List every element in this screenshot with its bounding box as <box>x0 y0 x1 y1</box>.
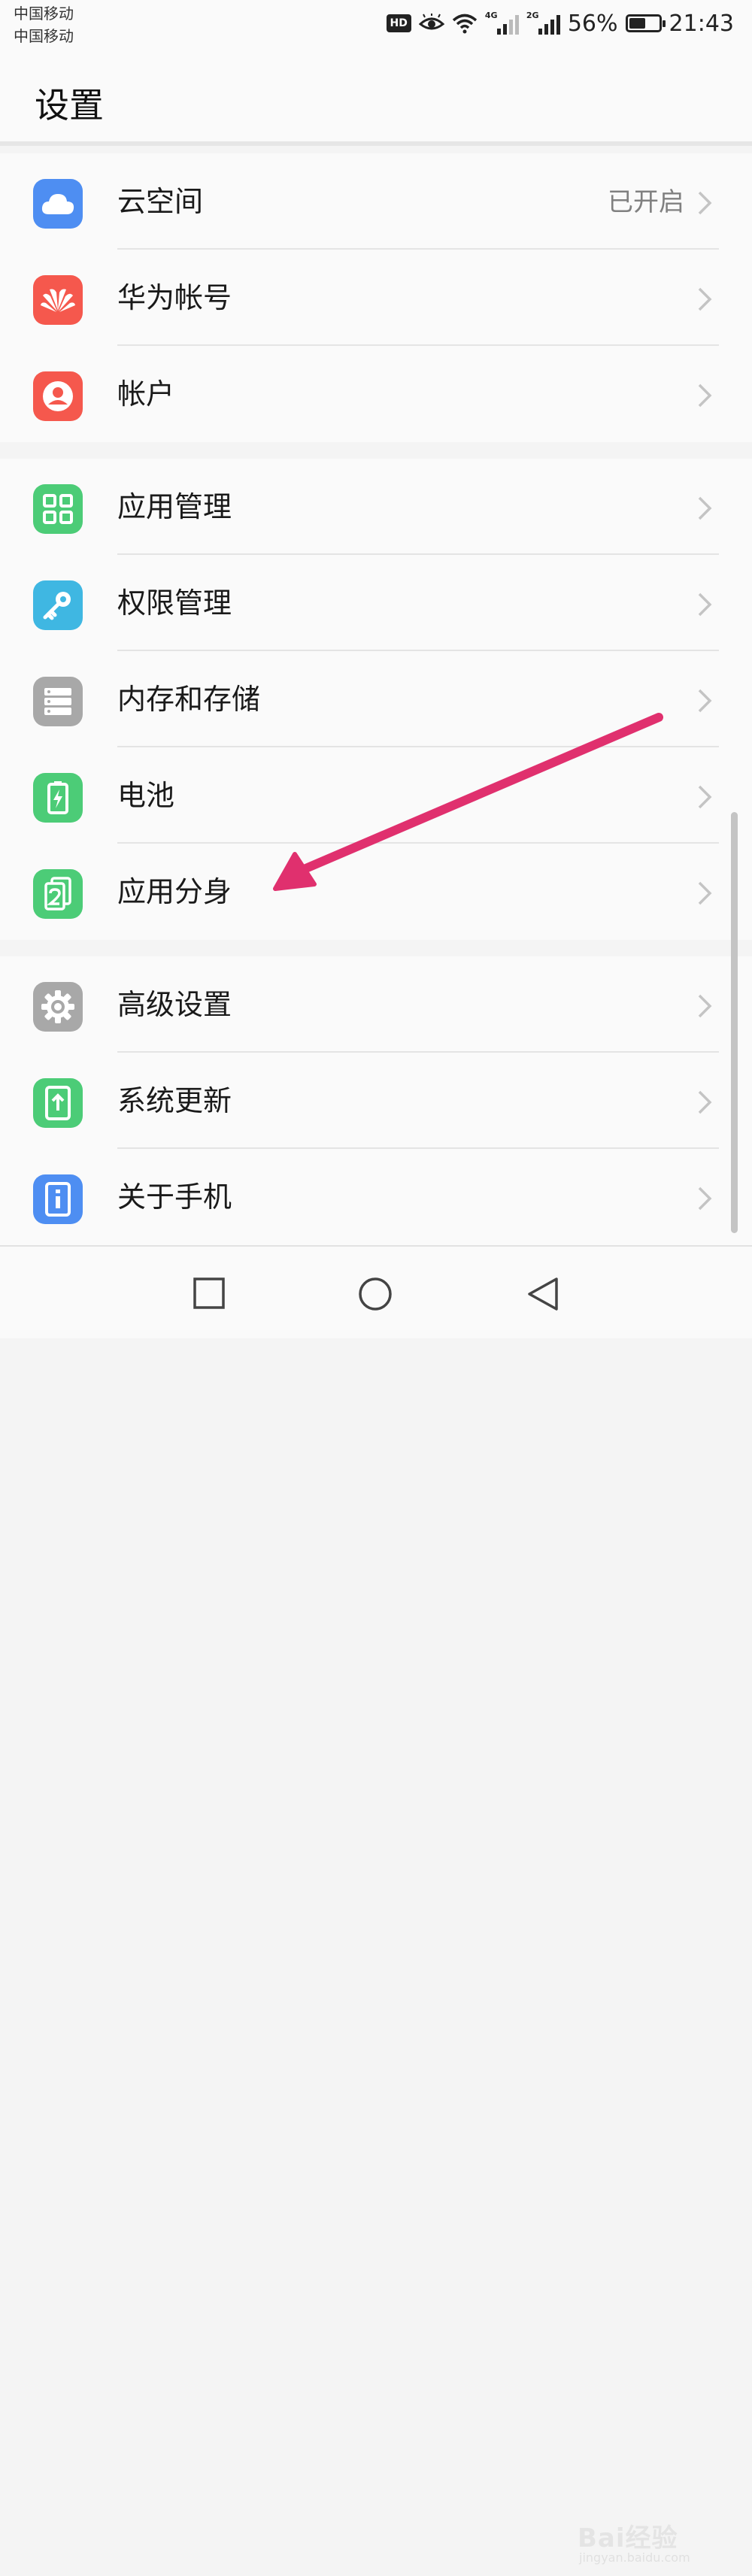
settings-item-label: 电池 <box>117 779 175 812</box>
baidu-watermark: Bai经验 jingyan.baidu.com <box>572 2516 729 2576</box>
carrier-label-2: 中国移动 <box>14 27 74 45</box>
settings-item-label: 系统更新 <box>117 1084 232 1117</box>
chevron-right-icon <box>698 881 712 905</box>
network-type-2g: 2G <box>526 11 539 20</box>
chevron-right-icon <box>698 383 712 408</box>
status-bar: 中国移动 中国移动 HD 4G 2G 56% 21:43 <box>0 0 752 45</box>
scrollbar[interactable] <box>731 812 738 1233</box>
chevron-right-icon <box>698 287 712 311</box>
battery-percent: 56% <box>567 10 618 37</box>
phone-info-icon <box>33 1174 83 1224</box>
hd-badge: HD <box>386 14 411 32</box>
key-icon <box>33 580 83 630</box>
battery-icon <box>625 14 666 32</box>
chevron-right-icon <box>698 785 712 809</box>
recent-apps-button[interactable] <box>193 1277 226 1310</box>
settings-item-accounts[interactable]: 帐户 <box>0 346 752 442</box>
network-type-4g: 4G <box>484 11 498 20</box>
settings-item-label: 华为帐号 <box>117 281 232 314</box>
status-icons: HD 4G 2G 56% 21:43 <box>386 8 734 39</box>
settings-item-label: 关于手机 <box>117 1180 232 1214</box>
settings-item-battery[interactable]: 电池 <box>0 747 752 844</box>
user-icon <box>33 371 83 421</box>
watermark-url: jingyan.baidu.com <box>579 2550 690 2565</box>
settings-item-label: 权限管理 <box>117 586 232 620</box>
apps-grid-icon <box>33 484 83 534</box>
settings-item-app-management[interactable]: 应用管理 <box>0 459 752 555</box>
settings-item-about-phone[interactable]: 关于手机 <box>0 1149 752 1245</box>
settings-group-apps: 应用管理 权限管理 内存和存储 电池 应用分身 <box>0 459 752 940</box>
chevron-right-icon <box>698 1090 712 1114</box>
gear-icon <box>33 982 83 1032</box>
settings-item-advanced[interactable]: 高级设置 <box>0 956 752 1053</box>
system-update-icon <box>33 1078 83 1128</box>
chevron-right-icon <box>698 1186 712 1211</box>
carrier-label-1: 中国移动 <box>14 5 74 23</box>
battery-icon <box>33 773 83 823</box>
settings-item-label: 内存和存储 <box>117 683 261 716</box>
page-title: 设置 <box>35 85 104 126</box>
chevron-right-icon <box>698 592 712 617</box>
settings-item-label: 应用分身 <box>117 875 232 908</box>
settings-item-permissions[interactable]: 权限管理 <box>0 555 752 651</box>
settings-item-label: 高级设置 <box>117 988 232 1021</box>
settings-item-app-twin[interactable]: 应用分身 <box>0 844 752 940</box>
eye-comfort-icon <box>418 14 444 30</box>
page-header: 设置 <box>0 45 752 146</box>
watermark-text: Bai经验 <box>578 2523 678 2553</box>
huawei-logo-icon <box>33 275 83 325</box>
home-button[interactable] <box>358 1277 393 1311</box>
settings-item-huawei-id[interactable]: 华为帐号 <box>0 250 752 346</box>
settings-item-label: 应用管理 <box>117 490 232 523</box>
chevron-right-icon <box>698 689 712 713</box>
chevron-right-icon <box>698 191 712 215</box>
settings-group-system: 高级设置 系统更新 关于手机 <box>0 956 752 1245</box>
settings-item-cloud[interactable]: 云空间 已开启 <box>0 153 752 250</box>
signal-2g-icon: 2G <box>526 11 560 35</box>
chevron-right-icon <box>698 496 712 520</box>
chevron-right-icon <box>698 994 712 1018</box>
settings-item-system-update[interactable]: 系统更新 <box>0 1053 752 1149</box>
settings-item-label: 帐户 <box>117 377 175 411</box>
wifi-icon <box>452 14 477 34</box>
navigation-bar: Bai经验 jingyan.baidu.com <box>0 1245 752 2565</box>
back-button[interactable] <box>526 1277 559 1311</box>
storage-icon <box>33 677 83 726</box>
clock: 21:43 <box>669 10 734 37</box>
settings-item-storage[interactable]: 内存和存储 <box>0 651 752 747</box>
settings-item-label: 云空间 <box>117 185 204 218</box>
cloud-icon <box>33 179 83 229</box>
signal-4g-icon: 4G <box>484 11 519 35</box>
settings-item-value: 已开启 <box>608 187 684 217</box>
settings-group-account: 云空间 已开启 华为帐号 帐户 <box>0 153 752 442</box>
app-twin-icon <box>33 869 83 919</box>
